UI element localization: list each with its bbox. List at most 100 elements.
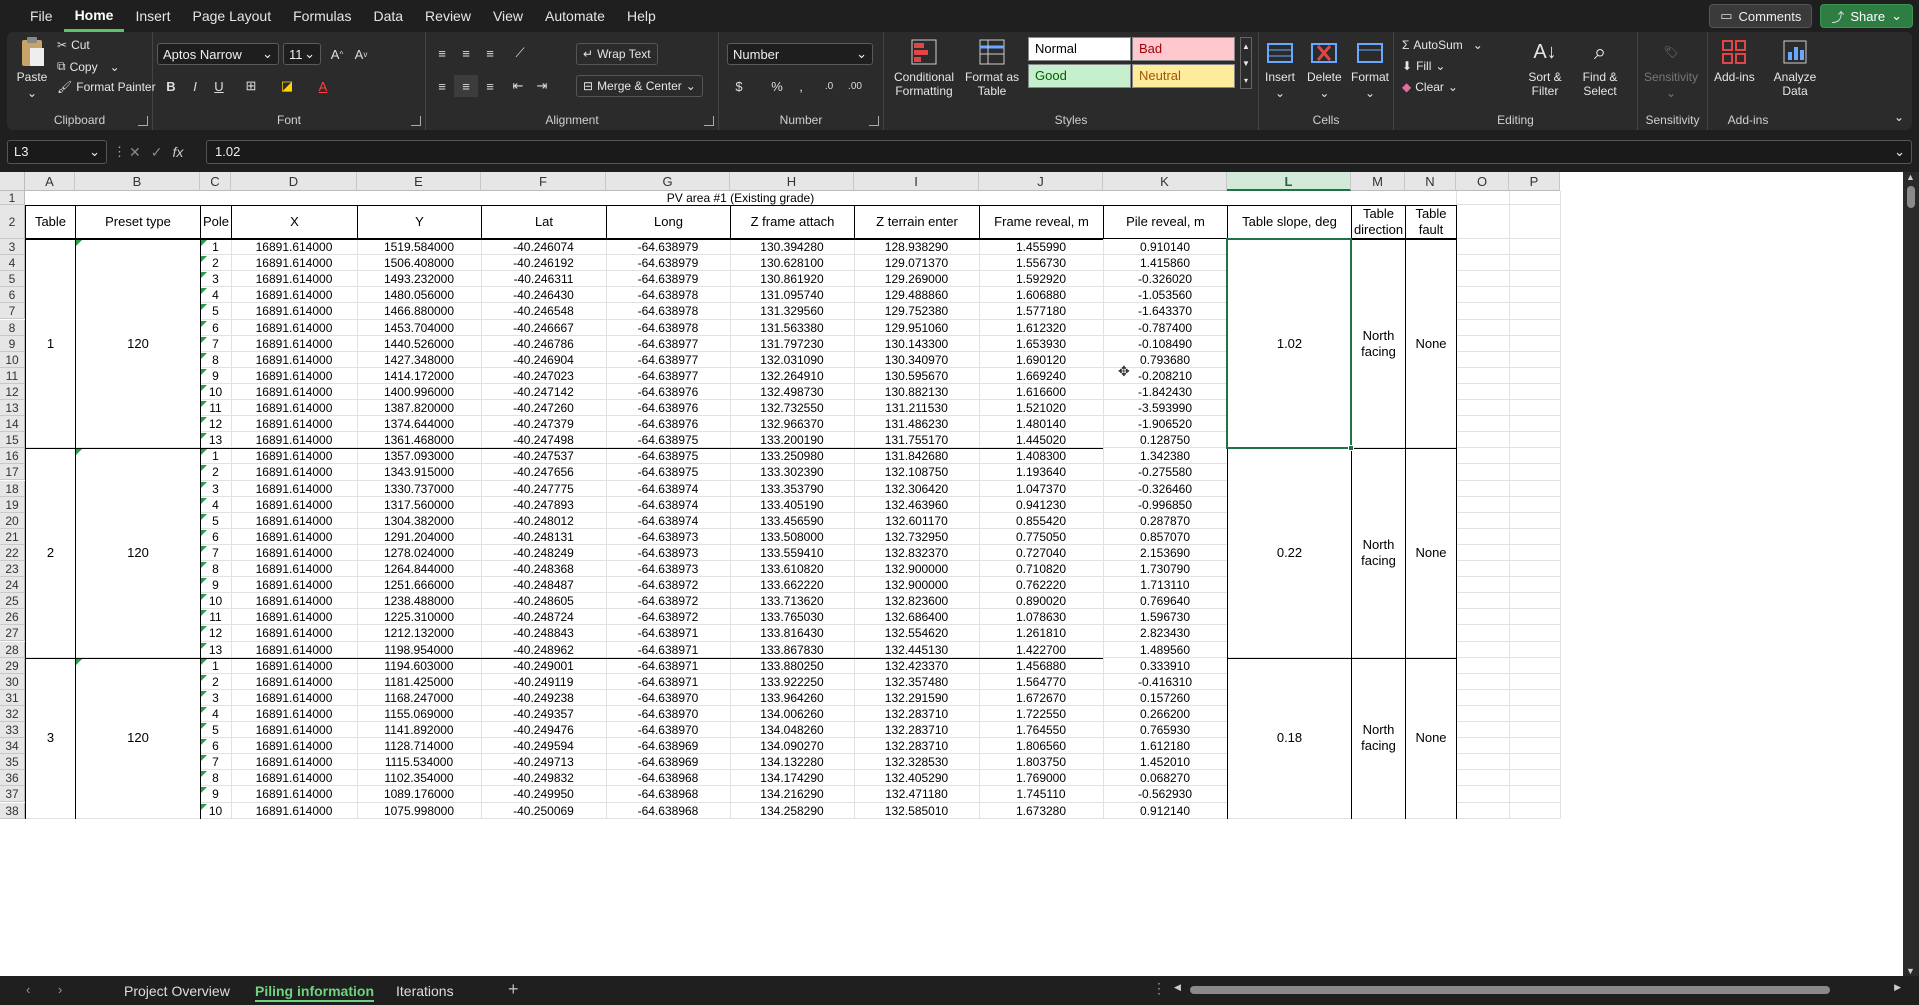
- data-cell[interactable]: -64.638979: [606, 255, 730, 271]
- data-cell[interactable]: 131.486230: [854, 416, 979, 432]
- data-cell[interactable]: 133.922250: [730, 674, 854, 690]
- row-header[interactable]: 38: [0, 802, 25, 819]
- data-cell[interactable]: 1.690120: [979, 352, 1103, 368]
- fill-button[interactable]: ⬇ Fill ⌄: [1402, 59, 1445, 73]
- data-cell[interactable]: 1.521020: [979, 400, 1103, 416]
- row-header[interactable]: 8: [0, 319, 25, 336]
- data-cell[interactable]: 16891.614000: [231, 674, 357, 690]
- data-cell[interactable]: 1361.468000: [357, 432, 481, 448]
- row-header[interactable]: 22: [0, 544, 25, 561]
- row-header[interactable]: 33: [0, 722, 25, 739]
- data-cell[interactable]: 134.048260: [730, 722, 854, 738]
- row-header[interactable]: 10: [0, 351, 25, 368]
- row-header[interactable]: 9: [0, 335, 25, 352]
- data-cell[interactable]: 131.797230: [730, 336, 854, 352]
- data-cell[interactable]: -0.787400: [1103, 320, 1227, 336]
- underline-icon[interactable]: U: [207, 75, 231, 97]
- data-cell[interactable]: -40.248487: [481, 577, 606, 593]
- data-cell[interactable]: -64.638976: [606, 400, 730, 416]
- data-cell[interactable]: 132.966370: [730, 416, 854, 432]
- row-header[interactable]: 29: [0, 657, 25, 674]
- clear-button[interactable]: ◆ Clear ⌄: [1402, 80, 1458, 94]
- data-cell[interactable]: 1414.172000: [357, 368, 481, 384]
- data-cell[interactable]: 0.912140: [1103, 803, 1227, 819]
- data-cell[interactable]: 133.610820: [730, 561, 854, 577]
- data-cell[interactable]: 131.563380: [730, 320, 854, 336]
- data-cell[interactable]: 132.471180: [854, 786, 979, 802]
- currency-icon[interactable]: $: [727, 75, 751, 97]
- align-top-icon[interactable]: ≡: [430, 42, 454, 64]
- format-cells-button[interactable]: Format ⌄: [1351, 36, 1389, 100]
- data-cell[interactable]: 1440.526000: [357, 336, 481, 352]
- data-cell[interactable]: 130.394280: [730, 239, 854, 255]
- data-cell[interactable]: 0.727040: [979, 545, 1103, 561]
- data-cell[interactable]: 0.857070: [1103, 529, 1227, 545]
- font-launcher-icon[interactable]: [411, 116, 421, 126]
- menu-automate[interactable]: Automate: [534, 0, 616, 32]
- data-cell[interactable]: 16891.614000: [231, 336, 357, 352]
- table-table-cell[interactable]: 1: [26, 240, 75, 448]
- data-cell[interactable]: -64.638977: [606, 368, 730, 384]
- data-cell[interactable]: 131.211530: [854, 400, 979, 416]
- column-header-p[interactable]: P: [1509, 172, 1560, 191]
- data-cell[interactable]: -40.246430: [481, 287, 606, 303]
- data-cell[interactable]: 16891.614000: [231, 529, 357, 545]
- data-cell[interactable]: 1.047370: [979, 481, 1103, 497]
- data-cell[interactable]: 1304.382000: [357, 513, 481, 529]
- row-header[interactable]: 3: [0, 239, 25, 256]
- data-cell[interactable]: 132.423370: [854, 658, 979, 674]
- data-cell[interactable]: -64.638975: [606, 464, 730, 480]
- data-cell[interactable]: 133.200190: [730, 432, 854, 448]
- data-cell[interactable]: 129.071370: [854, 255, 979, 271]
- row-header[interactable]: 27: [0, 625, 25, 642]
- data-cell[interactable]: -40.248724: [481, 609, 606, 625]
- column-header-f[interactable]: F: [481, 172, 606, 191]
- data-cell[interactable]: 132.291590: [854, 690, 979, 706]
- data-cell[interactable]: 132.283710: [854, 706, 979, 722]
- data-cell[interactable]: 1238.488000: [357, 593, 481, 609]
- data-cell[interactable]: 1.408300: [979, 448, 1103, 464]
- data-cell[interactable]: 130.143300: [854, 336, 979, 352]
- data-cell[interactable]: 16891.614000: [231, 239, 357, 255]
- data-cell[interactable]: 1.722550: [979, 706, 1103, 722]
- data-cell[interactable]: -40.248368: [481, 561, 606, 577]
- data-cell[interactable]: 1330.737000: [357, 481, 481, 497]
- data-cell[interactable]: 134.258290: [730, 803, 854, 819]
- data-cell[interactable]: -40.247023: [481, 368, 606, 384]
- style-bad[interactable]: Bad: [1132, 37, 1235, 61]
- name-box[interactable]: L3 ⌄: [7, 140, 107, 164]
- more-options-icon[interactable]: ⋮: [1152, 980, 1166, 997]
- data-cell[interactable]: 1317.560000: [357, 497, 481, 513]
- data-cell[interactable]: 0.855420: [979, 513, 1103, 529]
- increase-font-icon[interactable]: A ^: [325, 43, 349, 65]
- italic-icon[interactable]: I: [183, 75, 207, 97]
- data-cell[interactable]: 132.283710: [854, 722, 979, 738]
- data-cell[interactable]: 1343.915000: [357, 464, 481, 480]
- row-header[interactable]: 36: [0, 770, 25, 787]
- data-cell[interactable]: 1.612320: [979, 320, 1103, 336]
- data-cell[interactable]: -0.326460: [1103, 481, 1227, 497]
- align-left-icon[interactable]: ≡: [430, 75, 454, 97]
- data-cell[interactable]: -64.638976: [606, 416, 730, 432]
- worksheet-grid[interactable]: A B C D E F G H I J K L M N O P 1 2 3 4 5 6 7 8 9 10 11 12 13 14 15 16 1…: [0, 172, 1919, 976]
- data-cell[interactable]: 16891.614000: [231, 545, 357, 561]
- row-header[interactable]: 24: [0, 577, 25, 594]
- style-normal[interactable]: Normal: [1028, 37, 1131, 61]
- data-cell[interactable]: -40.249950: [481, 786, 606, 802]
- data-cell[interactable]: 1.261810: [979, 625, 1103, 641]
- data-cell[interactable]: 132.357480: [854, 674, 979, 690]
- row-header[interactable]: 19: [0, 496, 25, 513]
- data-cell[interactable]: 1075.998000: [357, 803, 481, 819]
- table-preset-cell[interactable]: 120: [76, 240, 200, 448]
- column-header-i[interactable]: I: [854, 172, 979, 191]
- data-cell[interactable]: 132.732950: [854, 529, 979, 545]
- table-direction-cell[interactable]: North facing: [1352, 240, 1405, 448]
- data-cell[interactable]: -40.249832: [481, 770, 606, 786]
- menu-page-layout[interactable]: Page Layout: [181, 0, 282, 32]
- data-cell[interactable]: 130.340970: [854, 352, 979, 368]
- find-select-button[interactable]: ⌕ Find & Select: [1574, 36, 1626, 99]
- merge-center-button[interactable]: ⊟ Merge & Center ⌄: [576, 75, 703, 97]
- data-cell[interactable]: 0.128750: [1103, 432, 1227, 448]
- data-cell[interactable]: 1181.425000: [357, 674, 481, 690]
- data-cell[interactable]: 132.328530: [854, 754, 979, 770]
